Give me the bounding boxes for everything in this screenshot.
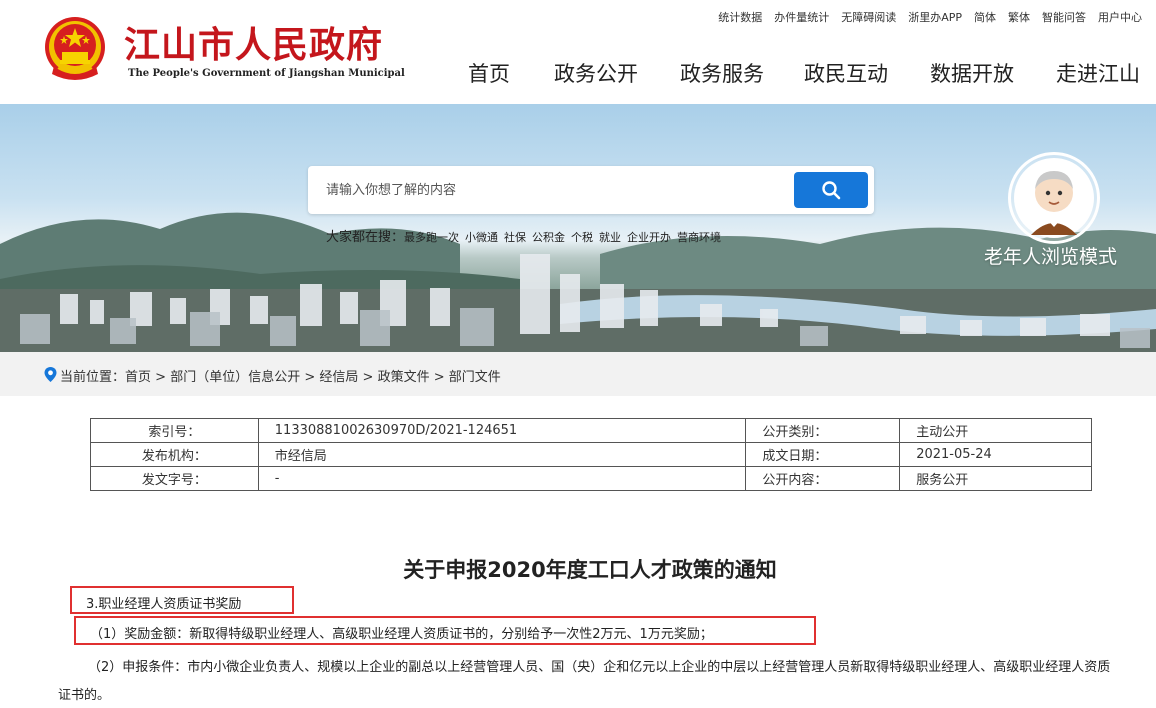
top-link-accessibility[interactable]: 无障碍阅读 [841,9,896,25]
site-title: 江山市人民政府 [124,25,384,66]
disclosure-type-value: 主动公开 [899,418,1092,443]
nav-interaction[interactable]: 政民互动 [804,58,888,88]
article-title: 关于申报2020年度工口人才政策的通知 [403,558,777,582]
hot-item-employment[interactable]: 就业 [599,231,621,244]
article-paragraph-reward-amount: （1）奖励金额：新取得特级职业经理人、高级职业经理人资质证书的，分别给予一次性2… [74,616,816,645]
hot-item-xiaoweitong[interactable]: 小微通 [465,231,498,244]
top-link-stats[interactable]: 统计数据 [718,9,762,25]
national-emblem-icon [45,17,105,80]
article-paragraph-conditions: （2）申报条件：市内小微企业负责人、规模以上企业的副总以上经营管理人员、国（央）… [58,660,1111,703]
breadcrumb-dept-info[interactable]: 部门（单位）信息公开 [170,370,300,385]
publisher-value: 市经信局 [257,442,747,467]
hot-item-social-security[interactable]: 社保 [504,231,526,244]
index-number-label: 索引号： [90,418,259,443]
nav-open-data[interactable]: 数据开放 [930,58,1014,88]
breadcrumb-bar: 当前位置：首页 > 部门（单位）信息公开 > 经信局 > 政策文件 > 部门文件 [0,352,1156,396]
breadcrumb-home[interactable]: 首页 [125,370,151,385]
publisher-label: 发布机构： [90,442,259,467]
top-link-smart-qa[interactable]: 智能问答 [1042,9,1086,25]
document-info-table: 索引号： 11330881002630970D/2021-124651 公开类别… [90,418,1092,491]
hot-item-business-environment[interactable]: 营商环境 [677,231,721,244]
search-button[interactable] [794,172,868,208]
top-link-app[interactable]: 浙里办APP [908,9,962,25]
document-date-label: 成文日期： [745,442,901,467]
hot-item-housing-fund[interactable]: 公积金 [532,231,565,244]
table-row: 发布机构： 市经信局 成文日期： 2021-05-24 [90,442,1092,467]
breadcrumb-economy-bureau[interactable]: 经信局 [319,370,358,385]
breadcrumb-separator: > [358,370,378,385]
breadcrumb: 当前位置：首页 > 部门（单位）信息公开 > 经信局 > 政策文件 > 部门文件 [60,366,501,385]
breadcrumb-policy-docs[interactable]: 政策文件 [378,370,430,385]
top-link-traditional[interactable]: 繁体 [1008,9,1030,25]
disclosure-type-label: 公开类别： [745,418,901,443]
document-number-value: - [257,466,747,491]
hero-banner: 大家都在搜：最多跑一次小微通社保公积金个税就业企业开办营商环境 老年人浏览模式 [0,104,1156,352]
table-row: 索引号： 11330881002630970D/2021-124651 公开类别… [90,418,1092,443]
index-number-value: 11330881002630970D/2021-124651 [257,418,747,443]
breadcrumb-prefix: 当前位置： [60,370,126,385]
document-date-value: 2021-05-24 [899,442,1092,467]
hot-searches-label: 大家都在搜： [326,230,405,245]
nav-gov-services[interactable]: 政务服务 [680,58,764,88]
elder-mode-label[interactable]: 老年人浏览模式 [984,242,1117,269]
nav-home[interactable]: 首页 [468,58,510,88]
article-section-heading: 3.职业经理人资质证书奖励 [70,586,294,614]
breadcrumb-separator: > [429,370,449,385]
breadcrumb-separator: > [300,370,320,385]
site-subtitle: The People's Government of Jiangshan Mun… [128,68,405,79]
hot-searches: 大家都在搜：最多跑一次 小微通 社保 公积金 个税 就业 企业开办 营商环境 [326,226,727,245]
top-link-simplified[interactable]: 简体 [974,9,996,25]
nav-about-jiangshan[interactable]: 走进江山 [1056,58,1140,88]
table-row: 发文字号： - 公开内容： 服务公开 [90,466,1092,491]
elder-mode-avatar[interactable] [1008,152,1100,244]
breadcrumb-separator: > [151,370,171,385]
document-number-label: 发文字号： [90,466,259,491]
hot-item-business-setup[interactable]: 企业开办 [627,231,671,244]
location-pin-icon [44,367,57,382]
hot-item-income-tax[interactable]: 个税 [571,231,593,244]
elder-avatar-icon [1014,158,1094,238]
main-nav: 首页 政务公开 政务服务 政民互动 数据开放 走进江山 [466,58,1142,88]
nav-gov-affairs-open[interactable]: 政务公开 [554,58,638,88]
top-links: 统计数据 办件量统计 无障碍阅读 浙里办APP 简体 繁体 智能问答 用户中心 [706,9,1142,25]
hot-item-one-trip[interactable]: 最多跑一次 [404,231,459,244]
site-header: 江山市人民政府 The People's Government of Jiang… [0,0,1156,104]
disclosure-content-label: 公开内容： [745,466,901,491]
search-input[interactable] [326,179,766,201]
top-link-user-center[interactable]: 用户中心 [1098,9,1142,25]
disclosure-content-value: 服务公开 [899,466,1092,491]
top-link-case-stats[interactable]: 办件量统计 [774,9,829,25]
search-icon [822,181,841,200]
breadcrumb-dept-docs[interactable]: 部门文件 [449,370,501,385]
search-box [308,166,874,214]
